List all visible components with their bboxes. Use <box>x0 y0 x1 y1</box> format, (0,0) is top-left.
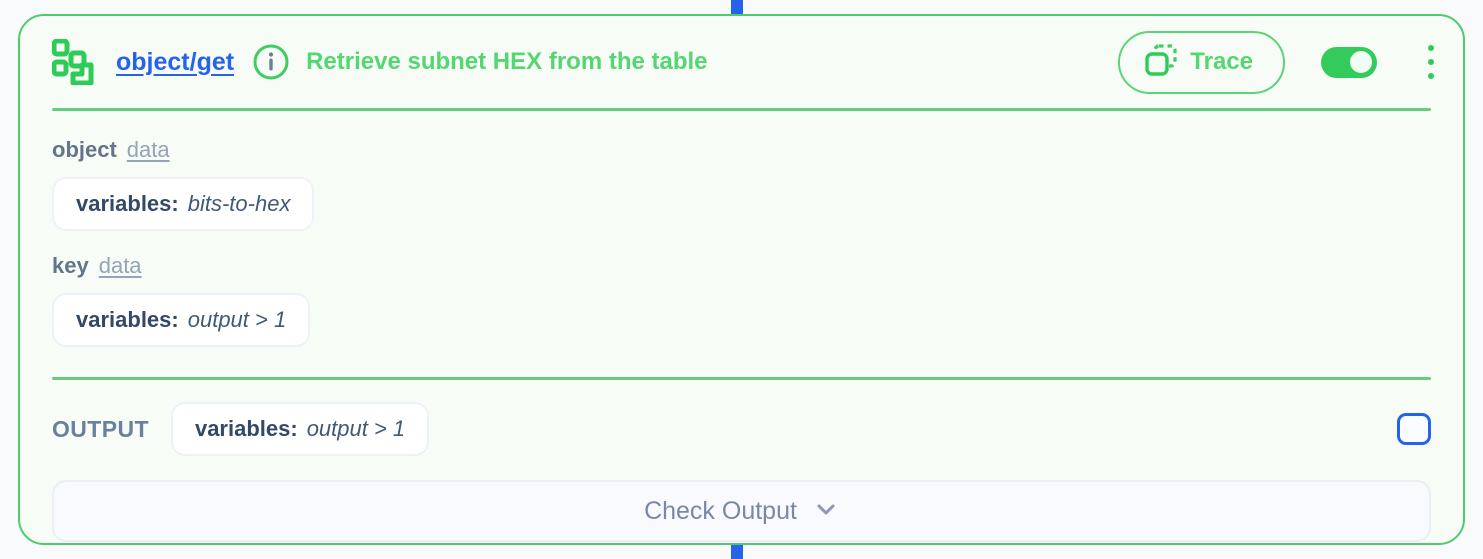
variable-key: variables: <box>76 191 179 216</box>
variable-value: output > 1 <box>187 307 287 332</box>
output-row: OUTPUT variables: output > 1 <box>20 380 1463 456</box>
variable-key: variables: <box>194 416 298 441</box>
field-type[interactable]: data <box>99 253 142 279</box>
variable-key: variables: <box>76 307 179 332</box>
field-name: object <box>52 137 117 162</box>
node-enabled-toggle[interactable] <box>1321 46 1377 78</box>
kebab-dot <box>1428 45 1434 51</box>
variable-value: bits-to-hex <box>187 191 291 216</box>
node-body: object data variables: bits-to-hex key d… <box>20 111 1463 347</box>
check-output-button[interactable]: Check Output <box>52 480 1431 542</box>
field-name: key <box>52 253 89 278</box>
node-title: Retrieve subnet HEX from the table <box>306 48 708 75</box>
kebab-dot <box>1428 59 1434 65</box>
trace-copy-icon <box>1144 43 1178 82</box>
canvas: object/get Retrieve subnet HEX from the … <box>0 0 1483 559</box>
row-gap <box>52 231 1431 253</box>
field-type[interactable]: data <box>127 137 170 163</box>
chevron-down-icon <box>813 496 839 527</box>
body-bottom-gap <box>20 347 1463 369</box>
trace-button[interactable]: Trace <box>1118 30 1285 94</box>
info-circle-icon[interactable] <box>252 43 290 81</box>
check-output-label: Check Output <box>644 496 797 525</box>
trace-label: Trace <box>1190 48 1253 75</box>
output-checkbox[interactable] <box>1397 413 1431 445</box>
node-header: object/get Retrieve subnet HEX from the … <box>20 16 1463 108</box>
object-variable-pill[interactable]: variables: bits-to-hex <box>52 177 315 231</box>
output-variable-pill[interactable]: variables: output > 1 <box>170 402 430 456</box>
key-variable-pill[interactable]: variables: output > 1 <box>52 293 311 347</box>
field-label-object: object data <box>52 137 1431 163</box>
object-get-icon <box>51 38 98 86</box>
kebab-dot <box>1428 73 1434 79</box>
variable-value: output > 1 <box>306 416 406 441</box>
connector-line-bottom <box>731 543 743 559</box>
node-type-link[interactable]: object/get <box>116 48 234 77</box>
kebab-menu-icon[interactable] <box>1417 45 1445 79</box>
field-label-key: key data <box>52 253 1431 279</box>
toggle-knob <box>1350 50 1372 73</box>
node-card[interactable]: object/get Retrieve subnet HEX from the … <box>18 14 1465 545</box>
output-label: OUTPUT <box>52 415 149 442</box>
